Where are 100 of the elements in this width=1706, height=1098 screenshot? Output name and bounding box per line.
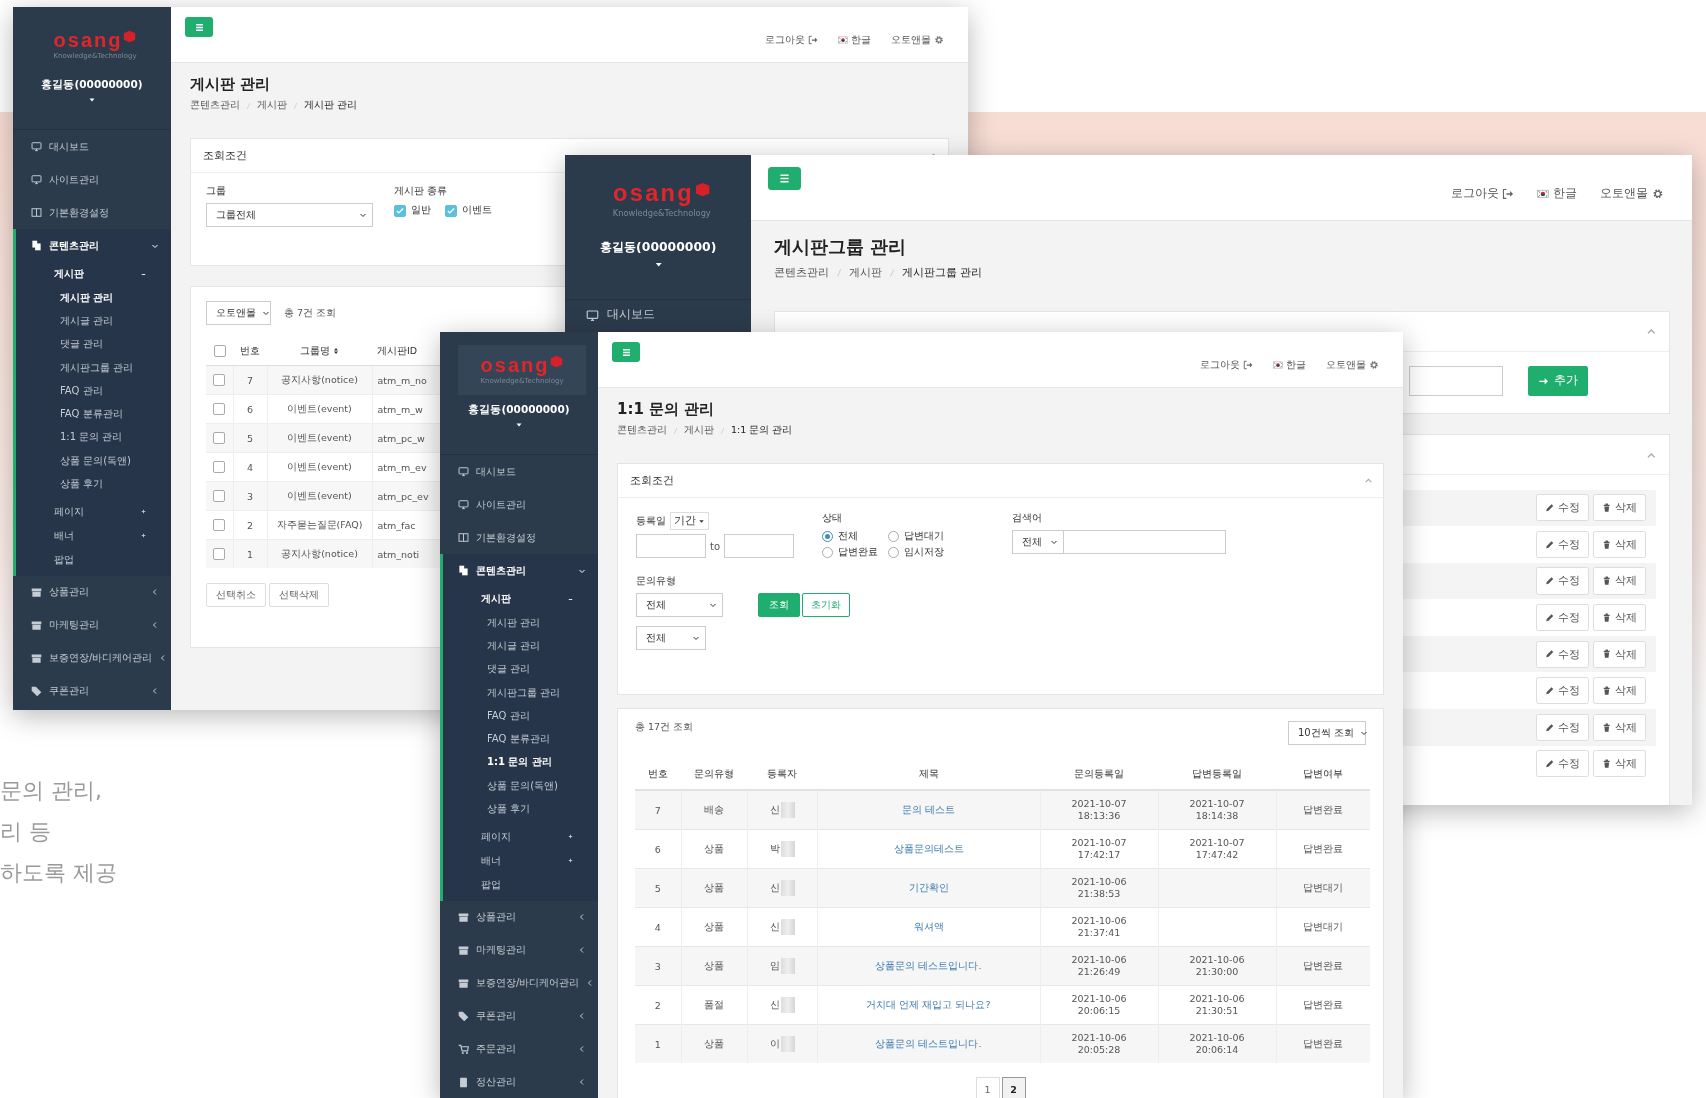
sidebar-item[interactable]: 마케팅관리 xyxy=(13,608,171,642)
menu-button[interactable] xyxy=(612,342,640,362)
breadcrumb-link[interactable]: 콘텐츠관리 xyxy=(190,99,240,112)
sidebar-item[interactable]: FAQ 분류관리 xyxy=(16,402,171,426)
sidebar-item[interactable]: 쿠폰관리 xyxy=(440,999,598,1033)
language-link[interactable]: 한글 xyxy=(1537,185,1577,202)
edit-button[interactable]: 수정 xyxy=(1535,567,1590,595)
sidebar-item[interactable]: 댓글 관리 xyxy=(443,657,598,681)
sidebar-item[interactable]: 쿠폰관리 xyxy=(13,674,171,708)
sidebar-item[interactable]: 1:1 문의 관리 xyxy=(443,750,598,775)
sidebar-item[interactable]: 게시글 관리 xyxy=(443,634,598,658)
sidebar-item[interactable]: 페이지 xyxy=(443,824,598,849)
checkbox[interactable] xyxy=(445,204,457,217)
sidebar-item[interactable]: FAQ 관리 xyxy=(16,379,171,403)
period-dropdown[interactable]: 기간 xyxy=(670,512,709,530)
group-select[interactable]: 그룹전체 xyxy=(206,203,373,227)
action-button[interactable]: 선택삭제 xyxy=(269,583,329,607)
radio-label[interactable]: 임시저장 xyxy=(904,546,944,559)
checkbox[interactable] xyxy=(213,490,226,503)
delete-button[interactable]: 삭제 xyxy=(1592,713,1647,741)
breadcrumb-link[interactable]: 게시판 xyxy=(848,265,882,281)
sidebar-item[interactable]: 정산관리 xyxy=(440,1065,598,1098)
sidebar-item[interactable]: 콘텐츠관리 xyxy=(16,229,171,262)
delete-button[interactable]: 삭제 xyxy=(1592,750,1647,778)
checkbox-label[interactable]: 일반 xyxy=(411,204,431,217)
radio-label[interactable]: 전체 xyxy=(838,530,858,543)
edit-button[interactable]: 수정 xyxy=(1535,640,1590,668)
user-name[interactable]: 홍길동(00000000) xyxy=(468,403,570,417)
delete-button[interactable]: 삭제 xyxy=(1592,567,1647,595)
sidebar-item[interactable]: 배너 xyxy=(443,848,598,873)
sidebar-item[interactable]: 게시판 관리 xyxy=(443,611,598,635)
page-button[interactable]: 2 xyxy=(1001,1077,1026,1098)
menu-button[interactable] xyxy=(767,166,801,191)
mall-select[interactable]: 오토앤몰 xyxy=(206,301,271,325)
sidebar-item[interactable]: 상품관리 xyxy=(440,900,598,934)
date-from-field[interactable] xyxy=(636,534,706,558)
checkbox[interactable] xyxy=(213,461,226,474)
sidebar-item[interactable]: 게시글 관리 xyxy=(16,309,171,333)
radio-button[interactable] xyxy=(822,547,833,558)
page-size-select[interactable]: 10건씩 조회 xyxy=(1288,721,1366,745)
sidebar-item[interactable]: 대시보드 xyxy=(440,455,598,488)
inquiry-title-link[interactable]: 문의 테스트 xyxy=(902,803,955,815)
edit-button[interactable]: 수정 xyxy=(1535,713,1590,741)
radio-button[interactable] xyxy=(888,531,899,542)
sidebar-item[interactable]: 대시보드 xyxy=(13,130,171,163)
sidebar-item[interactable]: 상품 후기 xyxy=(16,472,171,496)
logout-link[interactable]: 로그아웃 xyxy=(1200,358,1253,372)
radio-label[interactable]: 답변대기 xyxy=(904,530,944,543)
sidebar-item[interactable]: 댓글 관리 xyxy=(16,332,171,356)
action-button[interactable]: 선택취소 xyxy=(206,583,266,607)
delete-button[interactable]: 삭제 xyxy=(1592,494,1647,522)
radio-label[interactable]: 답변완료 xyxy=(838,546,878,559)
mall-link[interactable]: 오토앤몰 xyxy=(1326,358,1379,372)
delete-button[interactable]: 삭제 xyxy=(1592,640,1647,668)
sidebar-item[interactable]: 게시판 xyxy=(16,262,171,286)
checkbox[interactable] xyxy=(213,374,226,387)
breadcrumb-link[interactable]: 게시판 xyxy=(684,424,714,437)
checkbox[interactable] xyxy=(213,519,226,532)
input-field[interactable] xyxy=(1408,366,1504,396)
sidebar-item[interactable]: FAQ 분류관리 xyxy=(443,727,598,751)
keyword-field[interactable] xyxy=(1064,530,1226,554)
logout-link[interactable]: 로그아웃 xyxy=(765,33,818,47)
language-link[interactable]: 한글 xyxy=(1273,358,1306,372)
sidebar-item[interactable]: 상품 문의(독앤) xyxy=(16,449,171,473)
inquiry-title-link[interactable]: 상품문의 테스트입니다. xyxy=(875,959,982,971)
sidebar-item[interactable]: 1:1 문의 관리 xyxy=(16,425,171,450)
delete-button[interactable]: 삭제 xyxy=(1592,604,1647,632)
sidebar-item[interactable]: 사이트관리 xyxy=(440,488,598,521)
inquiry-title-link[interactable]: 워셔액 xyxy=(913,920,944,932)
edit-button[interactable]: 수정 xyxy=(1535,677,1590,705)
sidebar-item[interactable]: 팝업 xyxy=(443,872,598,897)
sidebar-item[interactable]: 게시판 관리 xyxy=(16,286,171,310)
menu-button[interactable] xyxy=(185,17,213,37)
inquiry-title-link[interactable]: 기간확인 xyxy=(908,881,949,893)
mall-link[interactable]: 오토앤몰 xyxy=(891,33,944,47)
delete-button[interactable]: 삭제 xyxy=(1592,530,1647,558)
language-link[interactable]: 한글 xyxy=(838,33,871,47)
sidebar-item[interactable]: 기본환경설정 xyxy=(13,196,171,229)
sidebar-item[interactable]: 게시판그룹 관리 xyxy=(16,355,171,380)
edit-button[interactable]: 수정 xyxy=(1535,750,1590,778)
checkbox-label[interactable]: 이벤트 xyxy=(462,204,492,217)
sidebar-item[interactable]: 주문관리 xyxy=(440,1032,598,1066)
checkbox[interactable] xyxy=(213,345,226,358)
user-name[interactable]: 홍길동(00000000) xyxy=(41,78,143,92)
edit-button[interactable]: 수정 xyxy=(1535,530,1590,558)
checkbox[interactable] xyxy=(394,204,406,217)
column-header[interactable]: 그룹명 xyxy=(299,344,340,358)
mall-link[interactable]: 오토앤몰 xyxy=(1600,185,1664,202)
sidebar-item[interactable]: 배너 xyxy=(16,523,171,548)
inquiry-type-select[interactable]: 전체 xyxy=(636,593,723,617)
edit-button[interactable]: 수정 xyxy=(1535,494,1590,522)
user-name[interactable]: 홍길동(00000000) xyxy=(600,238,717,256)
checkbox[interactable] xyxy=(213,548,226,561)
logout-link[interactable]: 로그아웃 xyxy=(1450,185,1514,202)
inquiry-title-link[interactable]: 상품문의테스트 xyxy=(893,842,964,854)
sidebar-item[interactable]: 상품 후기 xyxy=(443,797,598,821)
sidebar-item[interactable]: 마케팅관리 xyxy=(440,933,598,967)
sidebar-item[interactable]: FAQ 관리 xyxy=(443,704,598,728)
date-to-field[interactable] xyxy=(724,534,795,558)
sidebar-item[interactable]: 게시판 xyxy=(443,587,598,611)
